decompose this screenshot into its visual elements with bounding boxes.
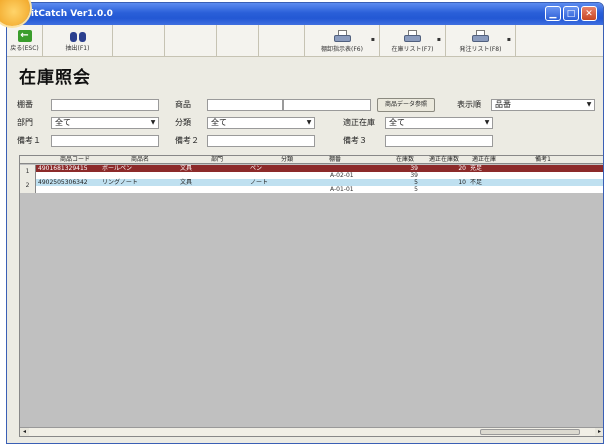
cell-stock: 5 (414, 186, 418, 193)
grid-header: 商品コード 商品名 部門 分類 棚番 在庫数 適正在庫数 適正在庫 備考1 (20, 156, 603, 164)
app-window: itCatch Ver1.0.0 ▁ □ ✕ ← 戻る(ESC) 抽出(F1) … (6, 2, 604, 444)
binoculars-icon (69, 30, 86, 42)
dropdown-arrow-icon[interactable]: ▪ (437, 36, 441, 43)
col-header-stock[interactable]: 在庫数 (390, 156, 420, 164)
cell-name: ボールペン (102, 165, 133, 172)
note2-label: 備考２ (175, 136, 199, 145)
close-button[interactable]: ✕ (581, 6, 597, 21)
note2-input[interactable] (207, 135, 315, 147)
cell-name: リングノート (102, 179, 138, 186)
order-list-label: 発注リスト(F8) (459, 45, 502, 53)
table-row[interactable]: A-02-01 39 (36, 172, 603, 179)
shelf-print-label: 棚卸指示表(F6) (321, 45, 363, 53)
col-header-proper-num[interactable]: 適正在庫数 (424, 156, 464, 164)
display-order-value: 品番 (495, 100, 511, 109)
scroll-right-icon[interactable]: ▸ (595, 428, 603, 436)
dropdown-arrow-icon[interactable]: ▪ (507, 36, 511, 43)
toolbar-empty-slot-1 (113, 25, 165, 57)
row-number[interactable]: 2 (20, 179, 36, 193)
order-list-button[interactable]: 発注リスト(F8) ▪ (446, 25, 516, 57)
dept-select[interactable]: 全て ▼ (51, 117, 159, 129)
maximize-button[interactable]: □ (563, 6, 579, 21)
product-label: 商品 (175, 100, 191, 109)
printer-icon (404, 29, 421, 43)
extract-button[interactable]: 抽出(F1) (43, 25, 113, 57)
category-value: 全て (211, 118, 227, 127)
cell-code: 4902505306342 (38, 179, 88, 186)
title-bar: itCatch Ver1.0.0 ▁ □ ✕ (7, 3, 603, 25)
cell-shelf: A-02-01 (330, 172, 354, 179)
proper-stock-value: 全て (389, 118, 405, 127)
toolbar-empty-slot-4 (259, 25, 305, 57)
cell-dept: 文具 (180, 179, 193, 186)
row-number[interactable]: 1 (20, 165, 36, 179)
extract-label: 抽出(F1) (65, 45, 90, 52)
chevron-down-icon: ▼ (584, 100, 594, 110)
product-code-input[interactable] (207, 99, 283, 111)
scroll-left-icon[interactable]: ◂ (20, 428, 29, 436)
cell-stock: 5 (414, 179, 418, 186)
note1-label: 備考１ (17, 136, 41, 145)
page-title: 在庫照会 (19, 68, 91, 88)
cell-proper-flag: 不足 (470, 179, 483, 186)
stock-list-label: 在庫リスト(F7) (391, 45, 434, 53)
note3-input[interactable] (385, 135, 493, 147)
col-header-note1[interactable]: 備考1 (528, 156, 558, 164)
stock-list-button[interactable]: 在庫リスト(F7) ▪ (380, 25, 446, 57)
dept-value: 全て (55, 118, 71, 127)
proper-stock-select[interactable]: 全て ▼ (385, 117, 493, 129)
display-order-label: 表示順 (457, 100, 481, 109)
col-header-name[interactable]: 商品名 (120, 156, 160, 164)
cell-proper-num: 10 (458, 179, 466, 186)
cell-stock: 39 (410, 165, 418, 172)
horizontal-scrollbar[interactable]: ◂ ▸ (20, 427, 603, 436)
toolbar-empty-slot-3 (217, 25, 259, 57)
cell-proper-num: 20 (458, 165, 466, 172)
chevron-down-icon: ▼ (304, 118, 314, 128)
col-header-code[interactable]: 商品コード (50, 156, 100, 164)
product-ref-button[interactable]: 商品データ参照 (377, 98, 435, 112)
shelf-print-button[interactable]: 棚卸指示表(F6) ▪ (305, 25, 380, 57)
printer-icon (472, 29, 489, 43)
back-arrow-icon: ← (17, 30, 32, 42)
cell-proper-flag: 充足 (470, 165, 483, 172)
shelf-input[interactable] (51, 99, 159, 111)
printer-icon (333, 29, 351, 43)
chevron-down-icon: ▼ (482, 118, 492, 128)
cell-code: 4901681329415 (38, 165, 88, 172)
chevron-down-icon: ▼ (148, 118, 158, 128)
display-order-select[interactable]: 品番 ▼ (491, 99, 595, 111)
dropdown-arrow-icon[interactable]: ▪ (371, 36, 375, 43)
col-header-shelf[interactable]: 棚番 (320, 156, 350, 164)
back-button[interactable]: ← 戻る(ESC) (7, 25, 43, 57)
cell-category: ノート (250, 179, 269, 186)
back-label: 戻る(ESC) (10, 45, 39, 52)
toolbar-empty-slot-2 (165, 25, 217, 57)
scroll-thumb[interactable] (480, 429, 580, 435)
note1-input[interactable] (51, 135, 159, 147)
search-form: 棚番 商品 商品データ参照 表示順 品番 ▼ 部門 全て ▼ 分類 全て ▼ 適… (7, 91, 603, 153)
cell-stock: 39 (410, 172, 418, 179)
table-row[interactable]: 4901681329415 ボールペン 文具 ペン 39 20 充足 (36, 165, 603, 172)
col-header-proper-flag[interactable]: 適正在庫 (466, 156, 502, 164)
toolbar: ← 戻る(ESC) 抽出(F1) 棚卸指示表(F6) ▪ 在庫リスト(F7) ▪… (7, 25, 603, 57)
category-label: 分類 (175, 118, 191, 127)
shelf-label: 棚番 (17, 100, 33, 109)
dept-label: 部門 (17, 118, 33, 127)
col-header-category[interactable]: 分類 (272, 156, 302, 164)
product-name-input[interactable] (283, 99, 371, 111)
cell-dept: 文具 (180, 165, 193, 172)
note3-label: 備考３ (343, 136, 367, 145)
proper-stock-label: 適正在庫 (343, 118, 375, 127)
category-select[interactable]: 全て ▼ (207, 117, 315, 129)
minimize-button[interactable]: ▁ (545, 6, 561, 21)
cell-shelf: A-01-01 (330, 186, 354, 193)
table-row[interactable]: 4902505306342 リングノート 文具 ノート 5 10 不足 (36, 179, 603, 186)
table-row[interactable]: A-01-01 5 (36, 186, 603, 193)
col-header-dept[interactable]: 部門 (202, 156, 232, 164)
cell-category: ペン (250, 165, 263, 172)
window-title: itCatch Ver1.0.0 (31, 9, 113, 19)
stock-grid[interactable]: 商品コード 商品名 部門 分類 棚番 在庫数 適正在庫数 適正在庫 備考1 1 … (19, 155, 603, 437)
